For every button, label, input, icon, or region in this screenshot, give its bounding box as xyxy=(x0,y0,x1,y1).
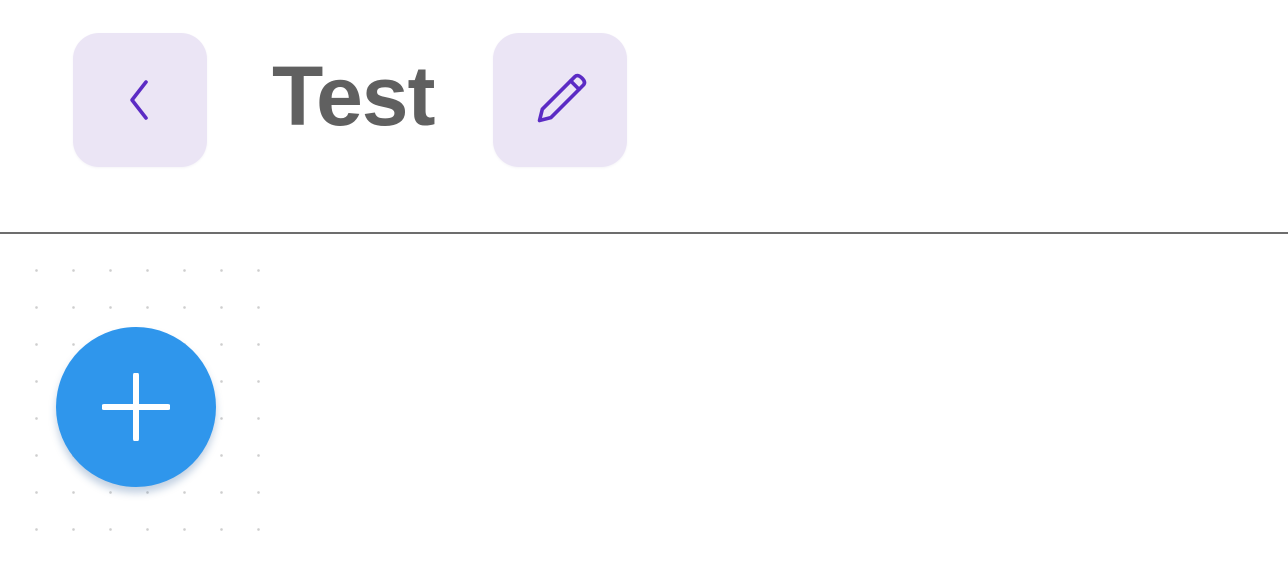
chevron-left-icon xyxy=(120,74,160,126)
back-button[interactable] xyxy=(73,33,207,167)
canvas-area[interactable] xyxy=(0,234,1288,564)
edit-button[interactable] xyxy=(493,33,627,167)
screen: Test xyxy=(0,0,1288,564)
add-button[interactable] xyxy=(56,327,216,487)
plus-icon xyxy=(102,373,170,441)
pencil-icon xyxy=(525,65,595,135)
header: Test xyxy=(0,0,1288,233)
page-title: Test xyxy=(272,49,435,143)
